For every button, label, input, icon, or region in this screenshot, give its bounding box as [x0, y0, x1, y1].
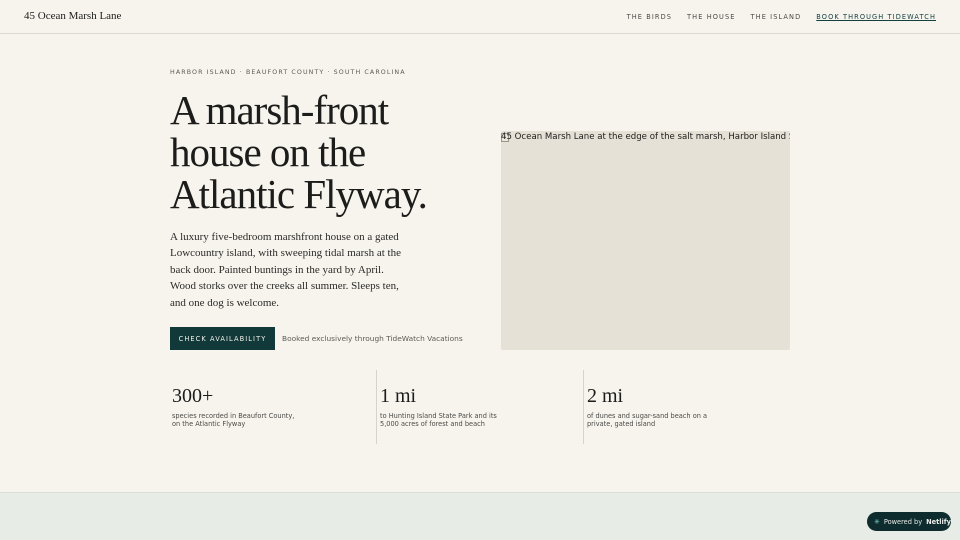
stat-description: to Hunting Island State Park and its 5,0… [380, 412, 497, 428]
hero-headline: A marsh-front house on the Atlantic Flyw… [170, 87, 428, 217]
main-nav: THE BIRDS THE HOUSE THE ISLAND BOOK THRO… [627, 13, 936, 21]
booking-note: Booked exclusively through TideWatch Vac… [282, 334, 463, 343]
stat-state-park: 1 mi to Hunting Island State Park and it… [376, 370, 497, 444]
nav-link-book-tidewatch[interactable]: BOOK THROUGH TIDEWATCH [816, 13, 936, 21]
nav-link-birds[interactable]: THE BIRDS [627, 13, 672, 21]
site-header: 45 Ocean Marsh Lane THE BIRDS THE HOUSE … [0, 0, 960, 34]
stat-description: of dunes and sugar-sand beach on a priva… [587, 412, 708, 428]
netlify-spark-icon: ✳ [874, 517, 880, 526]
nav-link-island[interactable]: THE ISLAND [751, 13, 802, 21]
hero-image: 45 Ocean Marsh Lane at the edge of the s… [501, 131, 790, 350]
next-section-band [0, 492, 960, 540]
stat-description: species recorded in Beaufort County, on … [172, 412, 295, 428]
stat-value: 300+ [172, 385, 214, 407]
netlify-badge[interactable]: ✳ Powered by Netlify [867, 512, 951, 531]
hero-eyebrow: HARBOR ISLAND · BEAUFORT COUNTY · SOUTH … [170, 69, 406, 76]
netlify-badge-prefix: Powered by [883, 517, 923, 526]
stat-value: 2 mi [587, 385, 624, 407]
check-availability-button[interactable]: CHECK AVAILABILITY [170, 327, 275, 350]
hero-image-alt-text: 45 Ocean Marsh Lane at the edge of the s… [501, 132, 790, 142]
site-brand-link[interactable]: 45 Ocean Marsh Lane [24, 10, 121, 22]
stat-value: 1 mi [380, 385, 417, 407]
nav-link-house[interactable]: THE HOUSE [687, 13, 735, 21]
hero-intro: A luxury five-bedroom marshfront house o… [170, 231, 401, 309]
netlify-badge-brand: Netlify [926, 517, 951, 526]
stat-beach: 2 mi of dunes and sugar-sand beach on a … [583, 370, 707, 444]
